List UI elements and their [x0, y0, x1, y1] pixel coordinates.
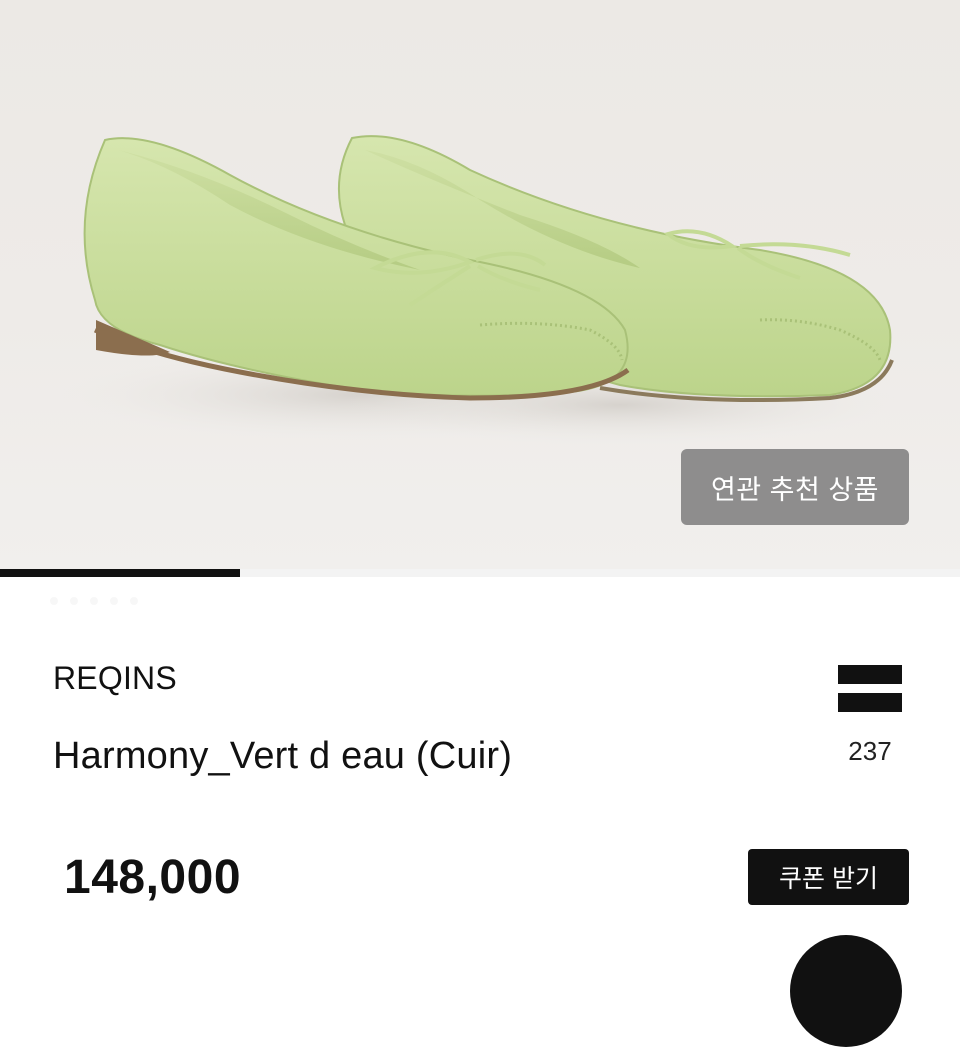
gallery-dot[interactable]: [110, 597, 118, 605]
like-button[interactable]: [838, 665, 902, 712]
floating-action-button[interactable]: [790, 935, 902, 1047]
brand-name[interactable]: REQINS: [53, 660, 177, 697]
gallery-dot[interactable]: [130, 597, 138, 605]
menu-bars-icon-lower: [838, 693, 902, 712]
get-coupon-button[interactable]: 쿠폰 받기: [748, 849, 909, 905]
gallery-dot[interactable]: [90, 597, 98, 605]
gallery-dot[interactable]: [70, 597, 78, 605]
gallery-dots: [50, 597, 138, 605]
menu-bars-icon: [838, 665, 902, 684]
related-products-button[interactable]: 연관 추천 상품: [681, 449, 909, 525]
product-name: Harmony_Vert d eau (Cuir): [53, 735, 513, 777]
product-price: 148,000: [64, 851, 242, 904]
gallery-progress-fill: [0, 569, 240, 577]
gallery-dot[interactable]: [50, 597, 58, 605]
product-image[interactable]: 연관 추천 상품: [0, 0, 960, 570]
like-count: 237: [848, 736, 892, 766]
